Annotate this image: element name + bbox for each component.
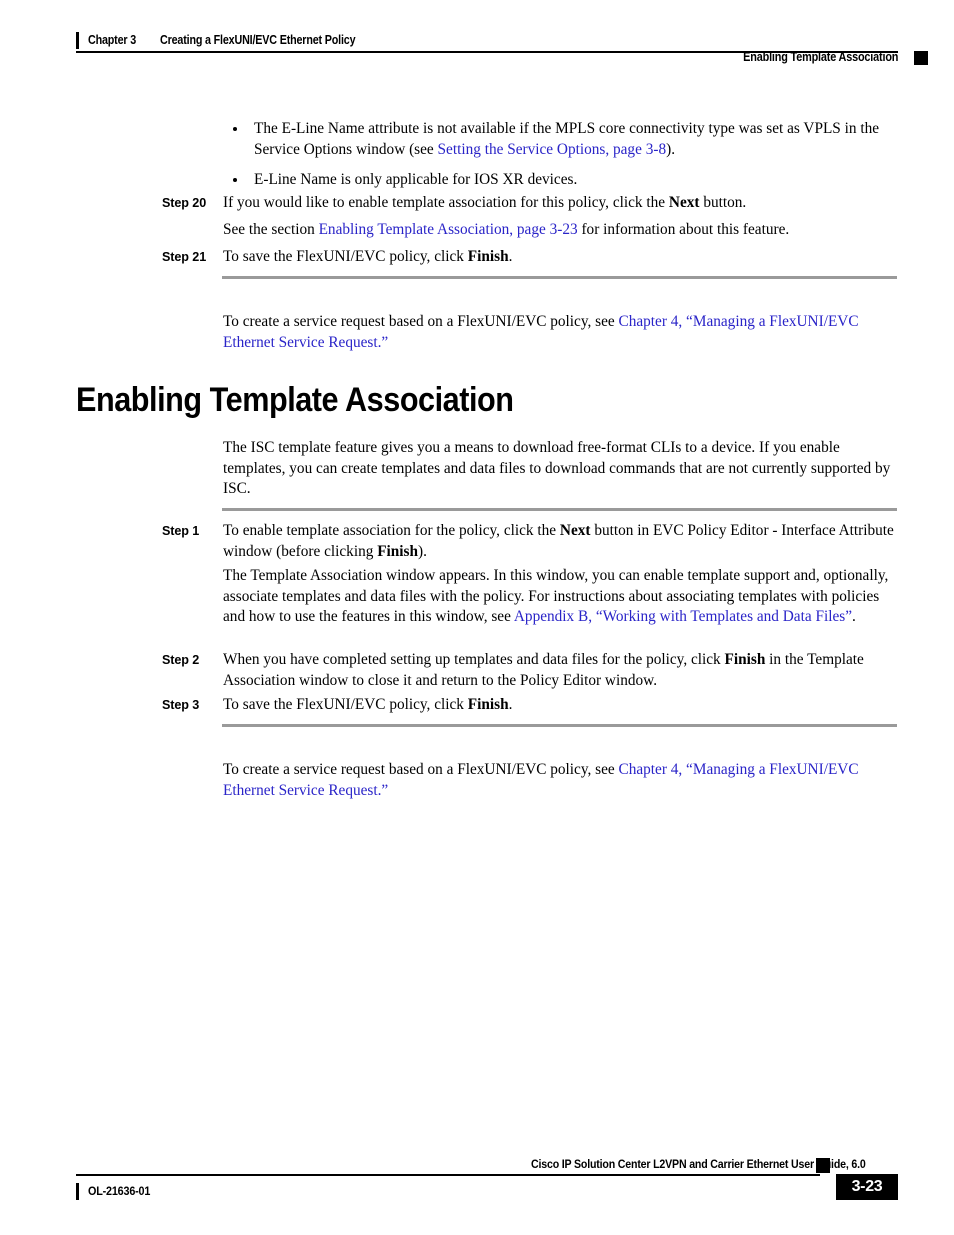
step-label: Step 20 bbox=[162, 196, 207, 210]
step-label: Step 2 bbox=[162, 653, 200, 667]
step-text-a: When you have completed setting up templ… bbox=[223, 651, 725, 668]
step-body: To save the FlexUNI/EVC policy, click Fi… bbox=[223, 247, 898, 268]
section-divider-rule bbox=[222, 724, 897, 727]
step-text-b: . bbox=[508, 696, 513, 713]
step-bold-finish: Finish bbox=[467, 248, 509, 265]
closing-paragraph-bottom: To create a service request based on a F… bbox=[223, 760, 898, 801]
header-running-head: Enabling Template Association bbox=[742, 50, 898, 64]
bullet-list: The E-Line Name attribute is not availab… bbox=[232, 119, 898, 191]
step-text-c: ). bbox=[418, 542, 427, 560]
step-row-2: Step 2 When you have completed setting u… bbox=[162, 650, 898, 691]
step-row-21: Step 21 To save the FlexUNI/EVC policy, … bbox=[162, 247, 898, 268]
page-header: Chapter 3 Creating a FlexUNI/EVC Etherne… bbox=[0, 0, 954, 72]
section-divider-rule bbox=[222, 508, 897, 511]
xref-link-enabling-template-association[interactable]: Enabling Template Association, page 3-23 bbox=[319, 221, 578, 238]
footer-docid-group: OL-21636-01 bbox=[76, 1182, 160, 1200]
step-20-followup: See the section Enabling Template Associ… bbox=[223, 220, 898, 241]
xref-link-appendix-b[interactable]: Appendix B, “Working with Templates and … bbox=[514, 608, 852, 625]
step-text-a: To save the FlexUNI/EVC policy, click bbox=[223, 248, 468, 265]
step-body: If you would like to enable template ass… bbox=[223, 193, 898, 214]
step-text-a: To save the FlexUNI/EVC policy, click bbox=[223, 696, 468, 713]
step-row-1: Step 1 To enable template association fo… bbox=[162, 521, 898, 562]
step-row-3: Step 3 To save the FlexUNI/EVC policy, c… bbox=[162, 695, 898, 716]
step-bold-finish: Finish bbox=[467, 696, 509, 713]
step-text-b: . bbox=[508, 248, 513, 265]
step-row-20: Step 20 If you would like to enable temp… bbox=[162, 193, 898, 214]
followup-text-b: . bbox=[852, 608, 856, 625]
step-bold-next: Next bbox=[559, 522, 591, 539]
list-item: The E-Line Name attribute is not availab… bbox=[232, 119, 898, 160]
header-chapter-group: Chapter 3 Creating a FlexUNI/EVC Etherne… bbox=[76, 31, 387, 49]
header-square-marker bbox=[914, 51, 928, 65]
header-chapter-label: Chapter 3 bbox=[88, 33, 137, 47]
step-text-a: If you would like to enable template ass… bbox=[223, 194, 669, 211]
header-chapter-title: Creating a FlexUNI/EVC Ethernet Policy bbox=[159, 33, 356, 47]
page-footer: Cisco IP Solution Center L2VPN and Carri… bbox=[0, 1150, 954, 1235]
bullet-text-after: ). bbox=[666, 140, 676, 158]
step-1-followup: The Template Association window appears.… bbox=[223, 566, 898, 628]
step-body: When you have completed setting up templ… bbox=[223, 650, 898, 691]
document-page: Chapter 3 Creating a FlexUNI/EVC Etherne… bbox=[0, 0, 954, 1235]
footer-rule bbox=[76, 1174, 820, 1176]
footer-document-id: OL-21636-01 bbox=[88, 1184, 151, 1198]
closing-paragraph-top: To create a service request based on a F… bbox=[223, 312, 898, 353]
step-label: Step 21 bbox=[162, 250, 207, 264]
step-body: To save the FlexUNI/EVC policy, click Fi… bbox=[223, 695, 898, 716]
section-divider-rule bbox=[222, 276, 897, 279]
followup-text-b: for information about this feature. bbox=[577, 221, 790, 238]
step-bold-finish: Finish bbox=[377, 542, 419, 560]
closing-text-before: To create a service request based on a F… bbox=[223, 761, 619, 778]
step-bold-next: Next bbox=[668, 194, 700, 211]
closing-text-before: To create a service request based on a F… bbox=[223, 313, 619, 330]
step-label: Step 1 bbox=[162, 524, 200, 538]
footer-left-rule-mark bbox=[76, 1182, 79, 1200]
bullet-dot-icon bbox=[233, 126, 237, 131]
bullet-dot-icon bbox=[233, 177, 237, 182]
step-label: Step 3 bbox=[162, 698, 200, 712]
step-body: To enable template association for the p… bbox=[223, 521, 898, 562]
section-intro-paragraph: The ISC template feature gives you a mea… bbox=[223, 439, 891, 497]
step-bold-finish: Finish bbox=[724, 651, 766, 668]
page-title: Enabling Template Association bbox=[76, 381, 514, 419]
followup-text-a: See the section bbox=[223, 221, 319, 238]
bullet-text: E-Line Name is only applicable for IOS X… bbox=[254, 171, 578, 188]
list-item: E-Line Name is only applicable for IOS X… bbox=[232, 170, 898, 191]
footer-square-marker bbox=[816, 1158, 830, 1173]
xref-link-service-options[interactable]: Setting the Service Options, page 3-8 bbox=[438, 141, 667, 158]
step-text-a: To enable template association for the p… bbox=[223, 522, 560, 539]
page-number-badge: 3-23 bbox=[836, 1174, 898, 1200]
header-left-rule-mark bbox=[76, 31, 79, 49]
step-text-b: button. bbox=[699, 194, 747, 211]
